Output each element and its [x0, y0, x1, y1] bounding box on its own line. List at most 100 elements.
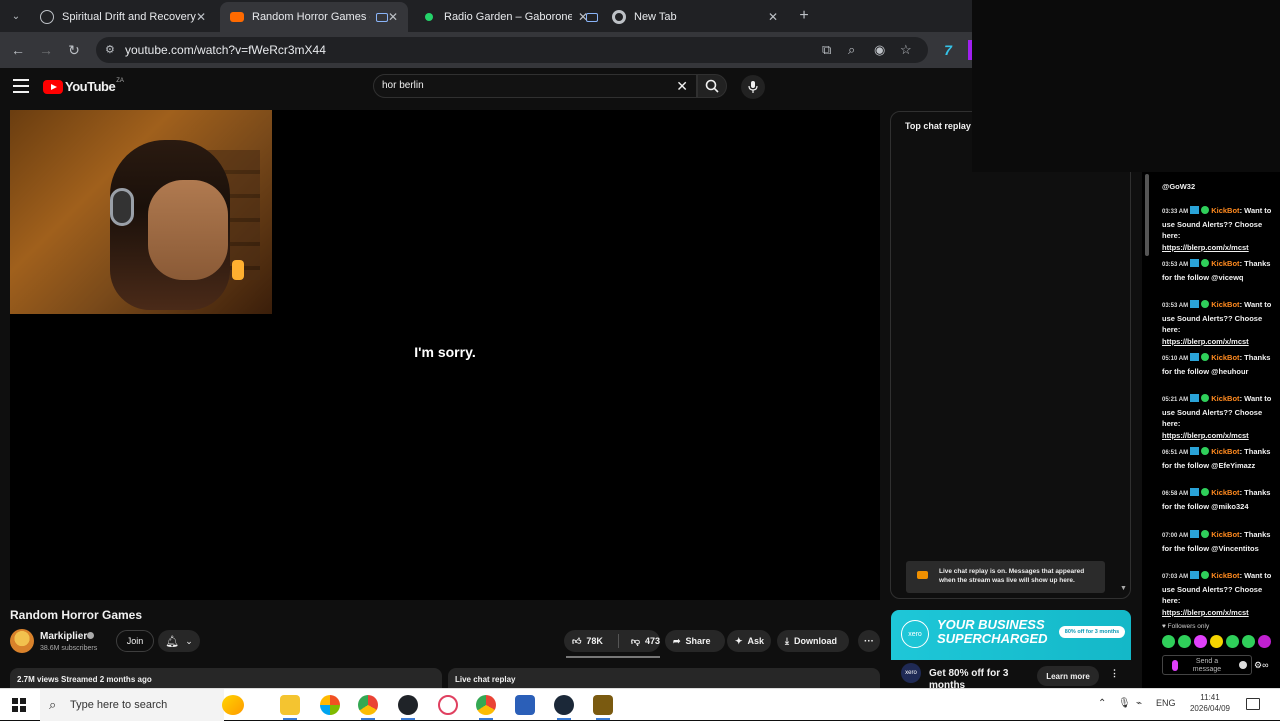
youtube-icon: [230, 12, 244, 22]
kick-chat-overlay: @GoW32 03:33 AM KickBot: Want to use Sou…: [1142, 172, 1280, 688]
zoom-icon[interactable]: ⌕: [848, 42, 855, 58]
picture-in-picture-icon: [376, 12, 388, 22]
language-indicator[interactable]: ENG: [1156, 698, 1176, 708]
message-link[interactable]: https://blerp.com/x/mcst: [1162, 243, 1249, 252]
emote-icon[interactable]: [1194, 635, 1207, 648]
obs-icon[interactable]: [398, 695, 418, 720]
ad-banner[interactable]: xero YOUR BUSINESS SUPERCHARGED 80% off …: [891, 610, 1131, 660]
network-icon[interactable]: ⌁: [1136, 698, 1142, 709]
tab-search-chevron-icon[interactable]: ⌄: [6, 6, 26, 26]
message-time: 03:33 AM: [1162, 209, 1189, 215]
emote-icon[interactable]: [1178, 635, 1191, 648]
tracking-protection-icon[interactable]: ◉: [874, 42, 885, 58]
taskbar-search-box[interactable]: ⌕ Type here to search: [40, 689, 224, 721]
share-icon: ➦: [673, 635, 681, 646]
tab-radio-garden[interactable]: Radio Garden – Gaborone ✕: [412, 2, 598, 32]
live-chat-replay-card[interactable]: Live chat replay: [448, 668, 880, 688]
bookmark-star-icon[interactable]: ☆: [900, 42, 912, 58]
windows-start-icon[interactable]: [12, 698, 26, 712]
close-icon[interactable]: ✕: [578, 10, 588, 24]
emoji-icon[interactable]: [1239, 661, 1247, 669]
overlay-window[interactable]: [972, 0, 1280, 172]
game-app-icon[interactable]: [593, 695, 613, 720]
taskbar-clock[interactable]: 11:41 2026/04/09: [1186, 692, 1234, 714]
snipping-tool-icon[interactable]: [438, 695, 458, 715]
more-actions-button[interactable]: ···: [858, 630, 880, 652]
steam-icon[interactable]: [554, 695, 574, 720]
message-username[interactable]: KickBot: [1211, 259, 1239, 268]
emote-icon[interactable]: [1210, 635, 1223, 648]
like-ratio-bar: [566, 656, 660, 658]
file-explorer-icon[interactable]: [280, 695, 300, 720]
hamburger-menu-icon[interactable]: [13, 79, 29, 93]
new-tab-button[interactable]: +: [794, 6, 814, 26]
video-player[interactable]: I'm sorry.: [10, 110, 880, 600]
message-time: 03:53 AM: [1162, 303, 1189, 309]
clear-search-icon[interactable]: ✕: [676, 78, 688, 95]
search-input[interactable]: hor berlin ✕: [373, 74, 697, 98]
ad-headline: YOUR BUSINESS SUPERCHARGED: [937, 617, 1048, 646]
close-icon[interactable]: ✕: [388, 10, 398, 24]
message-username[interactable]: KickBot: [1211, 206, 1239, 215]
emote-icon[interactable]: [1258, 635, 1271, 648]
like-button[interactable]: 👍︎ 78K: [564, 636, 613, 647]
copilot-icon[interactable]: [320, 695, 340, 715]
tab-random-horror-games[interactable]: Random Horror Games - Yo ✕: [220, 2, 408, 32]
close-icon[interactable]: ✕: [196, 10, 206, 24]
address-bar[interactable]: ⚙ youtube.com/watch?v=fWeRcr3mX44 ⧉ ⌕ ◉ …: [96, 37, 928, 63]
scroll-down-icon[interactable]: ▼: [1120, 585, 1127, 592]
chevron-up-icon[interactable]: ⌃: [1098, 698, 1106, 709]
dislike-button[interactable]: 👎︎ 473: [624, 636, 660, 647]
cast-icon[interactable]: ⧉: [822, 42, 831, 58]
channel-name[interactable]: Markiplier: [40, 631, 87, 642]
message-username[interactable]: KickBot: [1211, 353, 1239, 362]
verified-bot-badge-icon: [1201, 530, 1210, 538]
send-message-input[interactable]: Send a message: [1162, 655, 1252, 675]
learn-more-button[interactable]: Learn more: [1037, 666, 1099, 686]
message-time: 07:00 AM: [1162, 533, 1189, 539]
chat-settings-icon[interactable]: ⚙∞: [1254, 660, 1268, 671]
channel-avatar[interactable]: [10, 629, 34, 653]
emote-icon[interactable]: [1226, 635, 1239, 648]
join-button[interactable]: Join: [116, 630, 154, 652]
message-link[interactable]: https://blerp.com/x/mcst: [1162, 608, 1249, 617]
emote-icon[interactable]: [1162, 635, 1175, 648]
youtube-logo[interactable]: YouTube ZA: [43, 77, 124, 94]
message-username[interactable]: KickBot: [1211, 488, 1239, 497]
description-card[interactable]: 2.7M views Streamed 2 months ago: [10, 668, 442, 688]
scrollbar[interactable]: [1145, 174, 1149, 256]
microphone-icon[interactable]: 🎙︎: [1118, 698, 1131, 709]
emote-icon[interactable]: [1242, 635, 1255, 648]
tab-spiritual-drift[interactable]: Spiritual Drift and Recovery ✕: [30, 2, 216, 32]
site-info-icon[interactable]: ⚙: [105, 43, 115, 56]
message-link[interactable]: https://blerp.com/x/mcst: [1162, 431, 1249, 440]
ad-more-icon[interactable]: ⋮: [1110, 668, 1119, 679]
lamp: [232, 260, 244, 280]
voice-search-button[interactable]: [741, 75, 765, 99]
forward-arrow-icon[interactable]: →: [36, 40, 56, 60]
reload-icon[interactable]: ↻: [64, 40, 84, 60]
share-button[interactable]: ➦ Share: [665, 630, 725, 652]
word-icon[interactable]: [515, 695, 535, 715]
back-arrow-icon[interactable]: ←: [8, 40, 28, 60]
message-username[interactable]: KickBot: [1211, 571, 1239, 580]
chrome-profile-icon[interactable]: [476, 695, 496, 720]
message-username[interactable]: KickBot: [1211, 300, 1239, 309]
search-button[interactable]: [697, 74, 727, 98]
notification-bell-button[interactable]: 🔔︎ ⌄: [158, 630, 200, 652]
message-link[interactable]: https://blerp.com/x/mcst: [1162, 337, 1249, 346]
country-code: ZA: [116, 77, 124, 84]
chat-mode-dropdown[interactable]: Top chat replay: [905, 121, 971, 131]
message-username[interactable]: KickBot: [1211, 530, 1239, 539]
weather-widget-icon[interactable]: [222, 695, 244, 715]
download-button[interactable]: ⤓ Download: [777, 630, 849, 652]
notification-center-icon[interactable]: [1246, 698, 1260, 710]
close-icon[interactable]: ✕: [768, 10, 778, 24]
tab-new-tab[interactable]: New Tab ✕: [602, 2, 788, 32]
followers-only-label: ♥ Followers only: [1162, 623, 1210, 630]
message-username[interactable]: KickBot: [1211, 447, 1239, 456]
extension-icon[interactable]: 7: [938, 40, 958, 60]
ask-button[interactable]: ✦ Ask: [727, 630, 771, 652]
message-username[interactable]: KickBot: [1211, 394, 1239, 403]
chrome-icon[interactable]: [358, 695, 378, 720]
